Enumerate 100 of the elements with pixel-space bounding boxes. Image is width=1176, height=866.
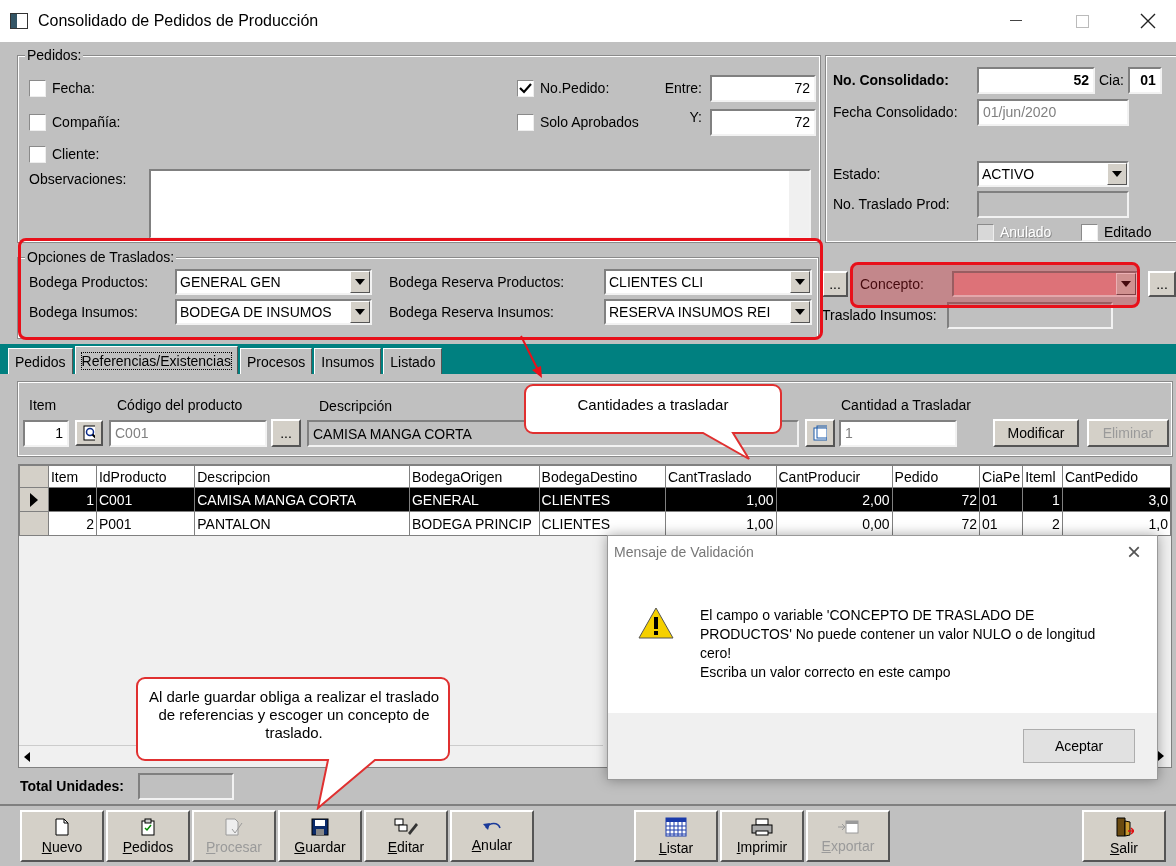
callout-text: Al darle guardar obliga a realizar el traslado de referencias y escoger un concepto de traslado. xyxy=(147,688,441,742)
dropdown[interactable]: RESERVA INSUMOS REI xyxy=(604,299,812,325)
table-cell: CAMISA MANGA CORTA xyxy=(194,487,410,512)
table-cell: CLIENTES xyxy=(539,487,666,512)
ok-button[interactable]: Aceptar xyxy=(1023,729,1135,763)
tab[interactable]: Referencias/Existencias xyxy=(74,346,238,374)
minimize-icon xyxy=(1010,20,1022,22)
field-label: Código del producto xyxy=(116,397,243,413)
toolbar-button[interactable]: Imprimir xyxy=(720,810,804,862)
field-label: Descripción xyxy=(318,398,393,414)
row-pointer-icon xyxy=(28,492,39,507)
table-cell: 72 xyxy=(892,511,980,536)
input-field[interactable]: C001 xyxy=(109,419,267,447)
table-cell: 2,00 xyxy=(776,487,893,512)
field-label: Traslado Insumos: xyxy=(822,307,937,323)
table-cell: 3,0 xyxy=(1062,487,1171,512)
table-row[interactable]: 1 C001 CAMISA MANGA CORTA GENERAL CLIENTES 1,00 2,00 72 01 1 3,0 xyxy=(19,487,1171,512)
table-cell: GENERAL xyxy=(409,487,540,512)
field-label: No. Consolidado: xyxy=(833,72,949,88)
search-button[interactable] xyxy=(75,420,103,446)
column-header: BodegaOrigen xyxy=(409,465,540,488)
input-field[interactable]: 52 xyxy=(977,66,1095,94)
document-check-icon xyxy=(224,817,244,836)
toolbar-button[interactable]: Nuevo xyxy=(20,810,104,862)
table-cell: C001 xyxy=(96,487,195,512)
checkbox-label: Anulado xyxy=(1000,224,1052,240)
close-icon xyxy=(1140,13,1156,29)
text-area[interactable] xyxy=(149,169,811,239)
column-header: CantTraslado xyxy=(665,465,776,488)
checkbox[interactable] xyxy=(1081,223,1098,241)
column-header: Pedido xyxy=(892,465,980,488)
tab[interactable]: Insumos xyxy=(314,348,382,374)
table-cell: CLIENTES xyxy=(539,511,666,536)
dropdown-arrow-icon xyxy=(1112,171,1122,177)
table-cell: PANTALON xyxy=(194,511,410,536)
window-title: Consolidado de Pedidos de Producción xyxy=(38,12,320,30)
dropdown-arrow-icon xyxy=(355,309,365,315)
group-label: Pedidos: xyxy=(25,47,84,63)
more-button[interactable]: ... xyxy=(822,271,848,297)
exit-door-icon xyxy=(1114,816,1134,837)
calendar-icon xyxy=(665,816,687,837)
input-field[interactable]: 72 xyxy=(710,108,816,136)
input-field[interactable]: 01/jun/2020 xyxy=(977,98,1129,126)
table-cell: 0,00 xyxy=(776,511,893,536)
checkbox-label: Solo Aprobados xyxy=(540,114,639,130)
export-window-icon xyxy=(837,818,859,835)
input-field[interactable]: 01 xyxy=(1127,66,1162,94)
toolbar-button[interactable]: Pedidos xyxy=(106,810,190,862)
input-field[interactable] xyxy=(137,772,234,800)
browse-button[interactable]: ... xyxy=(271,419,301,447)
field-label: Observaciones: xyxy=(29,171,127,187)
clipboard-icon xyxy=(140,817,156,836)
field-label: Cia: xyxy=(1099,72,1124,88)
column-header: Iteml xyxy=(1022,465,1063,488)
tab[interactable]: Pedidos xyxy=(8,348,73,374)
document-icon xyxy=(54,817,70,836)
tab[interactable]: Procesos xyxy=(240,348,313,374)
checkbox-label: Fecha: xyxy=(52,80,95,96)
toolbar-button[interactable]: Guardar xyxy=(278,810,362,862)
field-label: Bodega Productos: xyxy=(29,274,150,290)
column-header: CantProducir xyxy=(776,465,893,488)
dropdown[interactable]: CLIENTES CLI xyxy=(604,269,812,295)
dropdown[interactable]: ACTIVO xyxy=(977,161,1129,187)
checkbox[interactable] xyxy=(29,79,46,97)
checkbox[interactable] xyxy=(517,79,534,97)
input-field[interactable]: 1 xyxy=(839,419,957,447)
checkbox-label: No.Pedido: xyxy=(540,80,610,96)
column-header: BodegaDestino xyxy=(539,465,666,488)
toolbar-button[interactable]: Listar xyxy=(634,810,718,862)
dropdown[interactable]: GENERAL GEN xyxy=(175,269,372,295)
close-button[interactable]: × xyxy=(1121,538,1147,566)
more-button[interactable]: ... xyxy=(1148,271,1176,297)
input-field[interactable] xyxy=(977,190,1129,218)
dialog-message: Escriba un valor correcto en este campo xyxy=(700,663,952,682)
tab[interactable]: Listado xyxy=(383,348,443,374)
checkbox-label: Cliente: xyxy=(52,146,100,162)
column-header: Item xyxy=(48,465,97,488)
column-header: IdProducto xyxy=(96,465,195,488)
checkbox[interactable] xyxy=(29,113,46,131)
field-label: Fecha Consolidado: xyxy=(833,104,958,120)
checkbox[interactable] xyxy=(29,145,46,163)
checkbox-label: Editado xyxy=(1104,224,1152,240)
table-cell: 1,0 xyxy=(1062,511,1171,536)
dialog-message: El campo o variable 'CONCEPTO DE TRASLADO DE PRODUCTOS' No puede contener un valor NULO o de longitud cero! xyxy=(700,606,1097,663)
action-button[interactable]: Modificar xyxy=(992,419,1079,447)
dropdown[interactable] xyxy=(952,271,1138,297)
window-button[interactable] xyxy=(805,419,835,447)
dropdown-arrow-icon xyxy=(1121,281,1131,287)
edit-pencil-icon xyxy=(394,817,418,836)
table-row[interactable]: 2 P001 PANTALON BODEGA PRINCIP CLIENTES 1,00 0,00 72 01 2 1,0 xyxy=(19,511,1171,536)
input-field[interactable]: 72 xyxy=(710,74,816,102)
dropdown[interactable]: BODEGA DE INSUMOS xyxy=(175,299,372,325)
input-field[interactable] xyxy=(946,301,1113,329)
toolbar-button[interactable]: Editar xyxy=(364,810,448,862)
window-icon xyxy=(10,13,28,29)
input-field[interactable]: 1 xyxy=(23,419,69,447)
toolbar-button[interactable]: Salir xyxy=(1082,810,1166,862)
field-label: Total Unidades: xyxy=(20,778,124,794)
toolbar-button[interactable]: Anular xyxy=(450,810,534,862)
checkbox[interactable] xyxy=(517,113,534,131)
